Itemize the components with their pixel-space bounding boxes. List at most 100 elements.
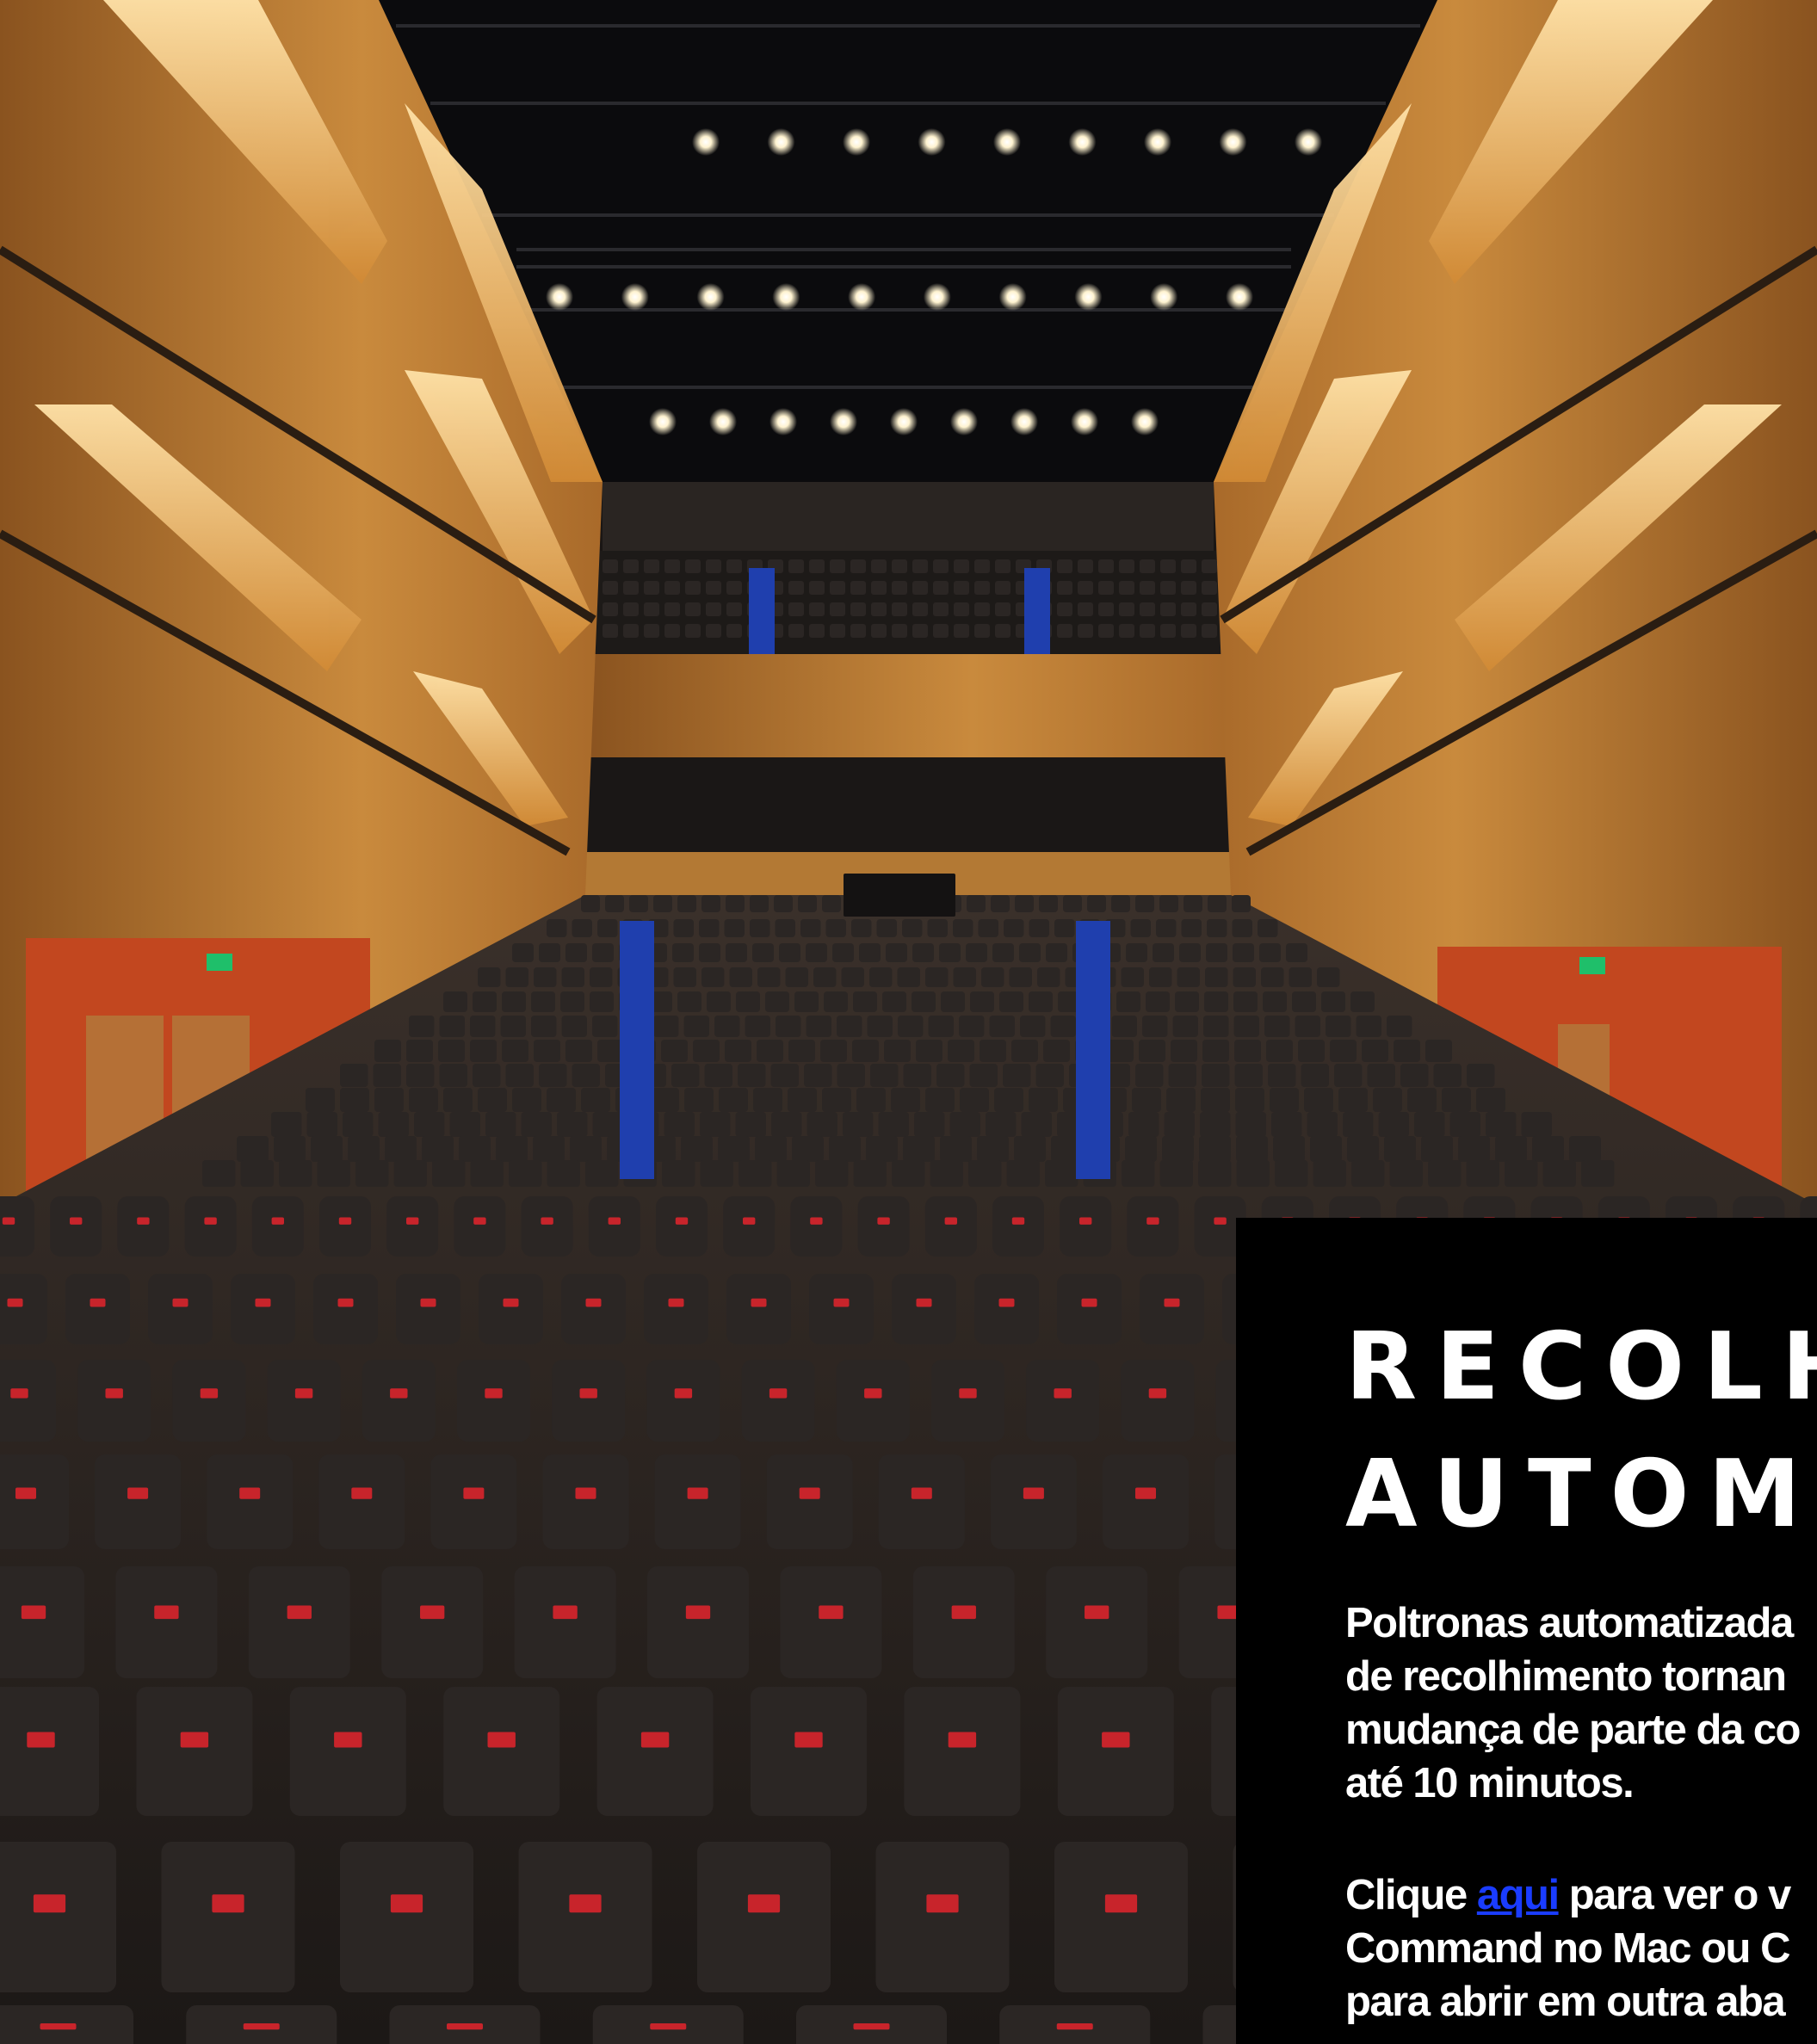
stall-seat	[1235, 1112, 1266, 1137]
auditorium-seat	[319, 1196, 371, 1257]
stall-seat	[897, 967, 920, 987]
seat-tag	[287, 1605, 312, 1620]
balcony-seat	[1160, 602, 1176, 616]
balcony-seat	[830, 559, 845, 573]
stall-seat	[1486, 1112, 1517, 1137]
seat-tag	[212, 1894, 244, 1913]
auditorium-seat	[1026, 1360, 1100, 1442]
auditorium-seat	[77, 1360, 151, 1442]
stall-seat	[500, 1016, 526, 1037]
stall-seat	[1275, 1160, 1308, 1187]
balcony-seat	[1119, 624, 1134, 638]
stall-seat	[750, 895, 769, 912]
cta-prefix: Clique	[1345, 1872, 1477, 1918]
stall-seat	[798, 895, 817, 912]
balcony-seat	[1098, 559, 1114, 573]
auditorium-seat	[992, 1196, 1044, 1257]
seat-tag	[487, 1732, 516, 1748]
balcony-seat	[1160, 624, 1176, 638]
stall-seat	[505, 967, 528, 987]
stall-seat	[355, 1160, 389, 1187]
stall-seat	[1107, 1040, 1134, 1062]
stall-seat	[1204, 991, 1228, 1012]
seat-tag	[674, 1388, 693, 1399]
stall-seat	[581, 895, 600, 912]
auditorium-seat	[766, 1454, 853, 1549]
stall-seat	[1313, 1160, 1346, 1187]
balcony-seat	[1181, 602, 1196, 616]
stall-seat	[755, 1136, 787, 1162]
stall-seat	[785, 967, 808, 987]
seat-tag	[90, 1298, 106, 1307]
seat-tag	[608, 1217, 621, 1225]
balcony-seat	[892, 559, 907, 573]
seat-tag	[640, 1732, 670, 1748]
stall-seat	[681, 1136, 713, 1162]
stall-seat	[878, 1112, 909, 1137]
stall-seat	[726, 943, 747, 962]
stall-seat	[274, 1136, 306, 1162]
stall-seat	[478, 1088, 507, 1112]
seat-tag	[243, 2023, 280, 2030]
stall-seat	[980, 1040, 1006, 1062]
stall-seat	[393, 1160, 427, 1187]
video-link[interactable]: aqui	[1477, 1872, 1560, 1918]
stall-seat	[1264, 1016, 1290, 1037]
balcony-seat	[623, 602, 639, 616]
seat-tag	[1164, 1298, 1180, 1307]
stall-seat	[1046, 943, 1067, 962]
auditorium-seat	[1054, 1842, 1188, 1992]
stall-seat	[991, 895, 1010, 912]
stall-seat	[443, 1088, 473, 1112]
balcony-seat	[644, 581, 659, 595]
stall-seat	[1425, 1040, 1452, 1062]
seat-tag	[853, 2023, 890, 2030]
stall-seat	[1428, 1160, 1462, 1187]
stall-seat	[422, 1136, 454, 1162]
stall-seat	[1330, 1040, 1357, 1062]
balcony-seat	[664, 624, 680, 638]
stall-seat	[539, 943, 560, 962]
stall-seat	[534, 1040, 560, 1062]
stall-seat	[343, 1112, 374, 1137]
balcony-seat	[1202, 581, 1217, 595]
stall-seat	[1142, 1016, 1168, 1037]
auditorium-seat	[457, 1360, 530, 1442]
stall-seat	[882, 991, 906, 1012]
auditorium-seat	[974, 1274, 1039, 1344]
seat-tag	[7, 1298, 23, 1307]
balcony-seat	[1098, 581, 1114, 595]
stall-seat	[561, 967, 584, 987]
auditorium-seat	[117, 1196, 170, 1257]
stall-seat	[939, 943, 961, 962]
stall-seat	[1159, 1160, 1193, 1187]
stall-seat	[1126, 943, 1147, 962]
auditorium-seat	[248, 1566, 350, 1678]
stall-seat	[1268, 1064, 1296, 1087]
seat-tag	[944, 1217, 957, 1225]
seat-tag	[154, 1605, 179, 1620]
balcony-seat	[974, 602, 990, 616]
auditorium-seat	[386, 1196, 439, 1257]
balcony-seat	[995, 581, 1010, 595]
stall-seat	[533, 1136, 565, 1162]
stall-seat	[992, 943, 1014, 962]
auditorium-seat	[1057, 1687, 1174, 1816]
stall-seat	[903, 1064, 931, 1087]
stall-seat	[927, 919, 948, 937]
stall-seat	[683, 1016, 709, 1037]
stall-seat	[969, 1064, 998, 1087]
stall-seat	[736, 991, 760, 1012]
seat-tag	[463, 1487, 485, 1499]
stall-seat	[1162, 1136, 1194, 1162]
stall-seat	[560, 991, 584, 1012]
stall-seat	[843, 1112, 874, 1137]
stall-seat	[677, 895, 696, 912]
seat-tag	[810, 1217, 823, 1225]
stall-seat	[1351, 1160, 1385, 1187]
seat-tag	[541, 1217, 553, 1225]
stall-seat	[1532, 1136, 1564, 1162]
balcony-seat	[1098, 624, 1114, 638]
balcony-seat	[1202, 602, 1217, 616]
balcony-seat	[603, 624, 618, 638]
